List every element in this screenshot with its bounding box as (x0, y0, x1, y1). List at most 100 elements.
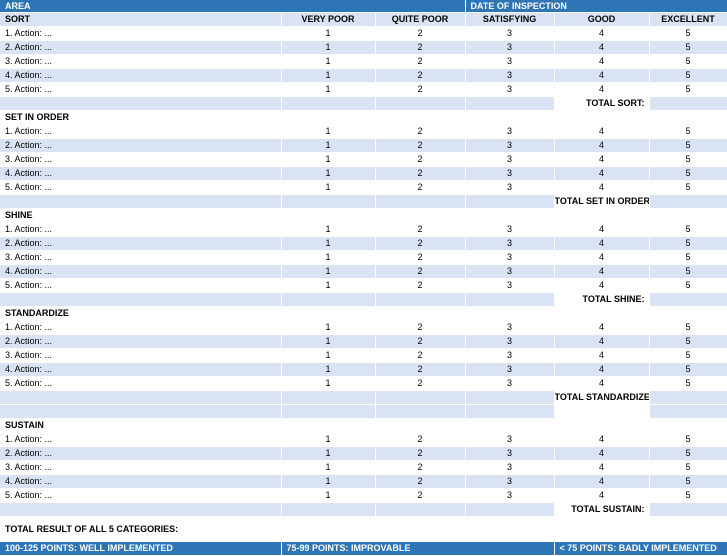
rating-cell[interactable]: 1 (281, 26, 376, 41)
rating-cell[interactable]: 5 (649, 166, 727, 181)
rating-cell[interactable]: 4 (554, 166, 650, 181)
rating-cell[interactable]: 1 (281, 54, 376, 69)
rating-cell[interactable]: 3 (465, 82, 555, 97)
rating-cell[interactable]: 4 (554, 334, 650, 349)
rating-cell[interactable]: 2 (375, 124, 466, 139)
rating-cell[interactable]: 5 (649, 82, 727, 97)
rating-cell[interactable]: 1 (281, 236, 376, 251)
rating-cell[interactable]: 2 (375, 348, 466, 363)
rating-cell[interactable]: 5 (649, 362, 727, 377)
rating-cell[interactable]: 4 (554, 348, 650, 363)
rating-cell[interactable]: 5 (649, 26, 727, 41)
rating-cell[interactable]: 4 (554, 432, 650, 447)
rating-cell[interactable]: 3 (465, 54, 555, 69)
rating-cell[interactable]: 3 (465, 376, 555, 391)
rating-cell[interactable]: 3 (465, 460, 555, 475)
rating-cell[interactable]: 1 (281, 278, 376, 293)
rating-cell[interactable]: 3 (465, 488, 555, 503)
rating-cell[interactable]: 3 (465, 264, 555, 279)
rating-cell[interactable]: 1 (281, 250, 376, 265)
rating-cell[interactable]: 3 (465, 250, 555, 265)
rating-cell[interactable]: 4 (554, 362, 650, 377)
rating-cell[interactable]: 3 (465, 446, 555, 461)
rating-cell[interactable]: 3 (465, 166, 555, 181)
rating-cell[interactable]: 5 (649, 236, 727, 251)
rating-cell[interactable]: 5 (649, 264, 727, 279)
rating-cell[interactable]: 5 (649, 460, 727, 475)
rating-cell[interactable]: 1 (281, 222, 376, 237)
section-total-value[interactable] (649, 502, 727, 517)
rating-cell[interactable]: 1 (281, 82, 376, 97)
rating-cell[interactable]: 4 (554, 474, 650, 489)
rating-cell[interactable]: 3 (465, 236, 555, 251)
rating-cell[interactable]: 3 (465, 362, 555, 377)
rating-cell[interactable]: 2 (375, 278, 466, 293)
rating-cell[interactable]: 5 (649, 124, 727, 139)
rating-cell[interactable]: 2 (375, 68, 466, 83)
rating-cell[interactable]: 2 (375, 166, 466, 181)
rating-cell[interactable]: 5 (649, 446, 727, 461)
rating-cell[interactable]: 5 (649, 278, 727, 293)
rating-cell[interactable]: 2 (375, 152, 466, 167)
rating-cell[interactable]: 2 (375, 362, 466, 377)
rating-cell[interactable]: 5 (649, 250, 727, 265)
rating-cell[interactable]: 4 (554, 236, 650, 251)
rating-cell[interactable]: 1 (281, 264, 376, 279)
rating-cell[interactable]: 4 (554, 250, 650, 265)
rating-cell[interactable]: 3 (465, 124, 555, 139)
rating-cell[interactable]: 2 (375, 320, 466, 335)
rating-cell[interactable]: 2 (375, 82, 466, 97)
rating-cell[interactable]: 5 (649, 138, 727, 153)
rating-cell[interactable]: 3 (465, 68, 555, 83)
rating-cell[interactable]: 4 (554, 124, 650, 139)
rating-cell[interactable]: 4 (554, 376, 650, 391)
rating-cell[interactable]: 5 (649, 54, 727, 69)
rating-cell[interactable]: 5 (649, 320, 727, 335)
rating-cell[interactable]: 3 (465, 432, 555, 447)
rating-cell[interactable]: 5 (649, 348, 727, 363)
rating-cell[interactable]: 1 (281, 348, 376, 363)
rating-cell[interactable]: 5 (649, 68, 727, 83)
rating-cell[interactable]: 4 (554, 264, 650, 279)
rating-cell[interactable]: 4 (554, 82, 650, 97)
rating-cell[interactable]: 2 (375, 264, 466, 279)
rating-cell[interactable]: 1 (281, 180, 376, 195)
rating-cell[interactable]: 2 (375, 488, 466, 503)
rating-cell[interactable]: 4 (554, 180, 650, 195)
rating-cell[interactable]: 3 (465, 180, 555, 195)
rating-cell[interactable]: 4 (554, 278, 650, 293)
rating-cell[interactable]: 3 (465, 334, 555, 349)
rating-cell[interactable]: 1 (281, 474, 376, 489)
rating-cell[interactable]: 4 (554, 222, 650, 237)
rating-cell[interactable]: 4 (554, 460, 650, 475)
rating-cell[interactable]: 2 (375, 54, 466, 69)
rating-cell[interactable]: 2 (375, 432, 466, 447)
rating-cell[interactable]: 3 (465, 40, 555, 55)
rating-cell[interactable]: 4 (554, 488, 650, 503)
rating-cell[interactable]: 3 (465, 320, 555, 335)
rating-cell[interactable]: 3 (465, 26, 555, 41)
rating-cell[interactable]: 2 (375, 474, 466, 489)
rating-cell[interactable]: 1 (281, 488, 376, 503)
rating-cell[interactable]: 5 (649, 222, 727, 237)
rating-cell[interactable]: 1 (281, 152, 376, 167)
rating-cell[interactable]: 2 (375, 446, 466, 461)
rating-cell[interactable]: 2 (375, 460, 466, 475)
rating-cell[interactable]: 5 (649, 376, 727, 391)
rating-cell[interactable]: 1 (281, 124, 376, 139)
rating-cell[interactable]: 3 (465, 152, 555, 167)
rating-cell[interactable]: 5 (649, 474, 727, 489)
rating-cell[interactable]: 4 (554, 152, 650, 167)
rating-cell[interactable]: 1 (281, 166, 376, 181)
rating-cell[interactable]: 3 (465, 348, 555, 363)
rating-cell[interactable]: 1 (281, 320, 376, 335)
rating-cell[interactable]: 2 (375, 236, 466, 251)
rating-cell[interactable]: 4 (554, 40, 650, 55)
rating-cell[interactable]: 1 (281, 68, 376, 83)
rating-cell[interactable]: 4 (554, 68, 650, 83)
rating-cell[interactable]: 4 (554, 138, 650, 153)
rating-cell[interactable]: 2 (375, 138, 466, 153)
section-total-value[interactable] (649, 390, 727, 405)
rating-cell[interactable]: 2 (375, 180, 466, 195)
rating-cell[interactable]: 2 (375, 40, 466, 55)
